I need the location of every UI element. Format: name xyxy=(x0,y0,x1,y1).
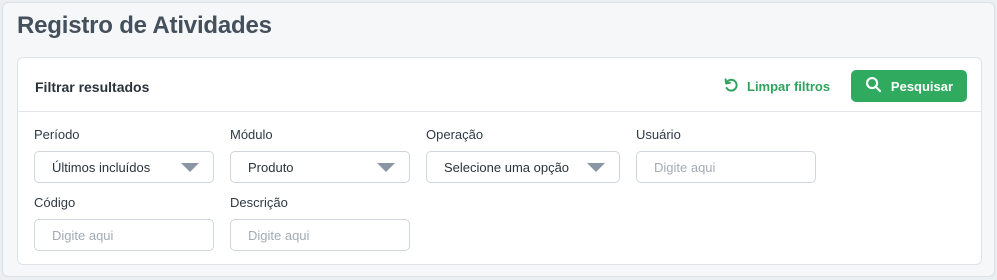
filter-card-title: Filtrar resultados xyxy=(35,79,150,95)
usuario-placeholder: Digite aqui xyxy=(654,159,716,175)
codigo-input[interactable]: Digite aqui xyxy=(34,219,214,251)
filter-card: Filtrar resultados Limpar filtros Pesqui… xyxy=(17,57,982,265)
refresh-icon xyxy=(723,77,739,96)
clear-filters-label: Limpar filtros xyxy=(747,78,831,94)
clear-filters-button[interactable]: Limpar filtros xyxy=(723,76,830,96)
operacao-label: Operação xyxy=(426,127,484,142)
modulo-select[interactable]: Produto xyxy=(230,151,410,183)
modulo-value: Produto xyxy=(248,159,294,175)
operacao-value: Selecione uma opção xyxy=(444,159,570,175)
usuario-input[interactable]: Digite aqui xyxy=(636,151,816,183)
descricao-label: Descrição xyxy=(230,195,288,210)
usuario-field: Usuário Digite aqui xyxy=(636,127,816,183)
caret-down-icon xyxy=(587,163,605,172)
descricao-input[interactable]: Digite aqui xyxy=(230,219,410,251)
codigo-label: Código xyxy=(34,195,76,210)
filter-card-header: Filtrar resultados Limpar filtros Pesqui… xyxy=(18,58,981,112)
search-icon xyxy=(865,76,882,96)
codigo-placeholder: Digite aqui xyxy=(52,227,114,243)
codigo-field: Código Digite aqui xyxy=(34,195,214,251)
page-container: Registro de Atividades Filtrar resultado… xyxy=(2,2,995,277)
periodo-field: Período Últimos incluídos xyxy=(34,127,214,183)
modulo-label: Módulo xyxy=(230,127,273,142)
descricao-field: Descrição Digite aqui xyxy=(230,195,410,251)
periodo-value: Últimos incluídos xyxy=(52,159,151,175)
operacao-field: Operação Selecione uma opção xyxy=(426,127,620,183)
operacao-select[interactable]: Selecione uma opção xyxy=(426,151,620,183)
modulo-field: Módulo Produto xyxy=(230,127,410,183)
page-title: Registro de Atividades xyxy=(17,12,272,39)
periodo-label: Período xyxy=(34,127,80,142)
caret-down-icon xyxy=(181,163,199,172)
search-button-label: Pesquisar xyxy=(890,78,954,94)
descricao-placeholder: Digite aqui xyxy=(248,227,310,243)
search-button[interactable]: Pesquisar xyxy=(851,70,967,102)
usuario-label: Usuário xyxy=(636,127,681,142)
periodo-select[interactable]: Últimos incluídos xyxy=(34,151,214,183)
caret-down-icon xyxy=(377,163,395,172)
